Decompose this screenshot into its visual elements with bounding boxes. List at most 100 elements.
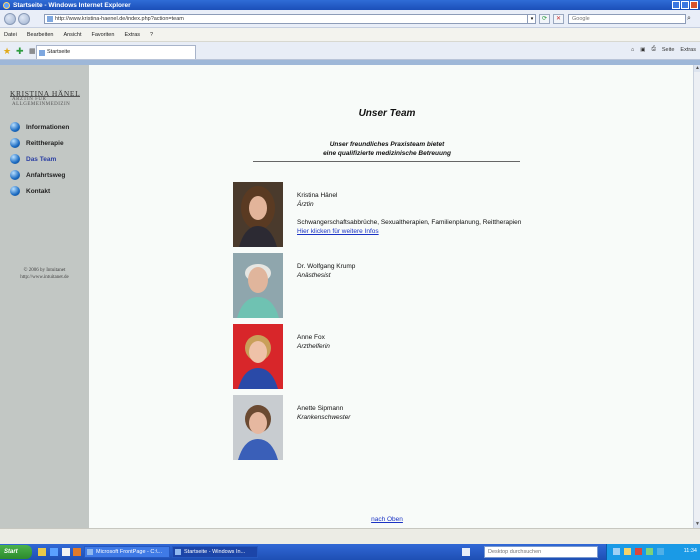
menu-datei[interactable]: Datei bbox=[4, 32, 17, 38]
page-menu[interactable]: Seite bbox=[662, 47, 675, 53]
nav-label: Reittherapie bbox=[26, 139, 64, 147]
intro-line-1: Unser freundliches Praxisteam bietet bbox=[329, 141, 445, 148]
menu-ansicht[interactable]: Ansicht bbox=[63, 32, 81, 38]
site-navigation: Informationen Reittherapie Das Team Anfa… bbox=[10, 119, 69, 199]
nav-label: Informationen bbox=[26, 123, 70, 131]
copyright-url[interactable]: http://www.intuitanet.de bbox=[0, 274, 89, 281]
task-label: Startseite - Windows In... bbox=[184, 549, 246, 555]
nav-bullet-icon bbox=[10, 154, 20, 164]
member-name: Anne Fox bbox=[297, 334, 325, 341]
page-icon bbox=[47, 16, 53, 22]
menu-extras[interactable]: Extras bbox=[124, 32, 140, 38]
site-sidebar: KRISTINA HÄNEL ÄRZTIN FÜR ALLGEMEINMEDIZ… bbox=[0, 65, 89, 528]
search-icon[interactable]: ⌕ bbox=[687, 14, 697, 24]
ie-task-icon bbox=[175, 549, 181, 555]
add-favorite-icon[interactable]: ✚ bbox=[16, 46, 24, 57]
scroll-down-icon[interactable]: ▼ bbox=[694, 521, 700, 528]
taskbar-item-frontpage[interactable]: Microsoft FrontPage - C:\... bbox=[84, 546, 170, 558]
nav-bullet-icon bbox=[10, 170, 20, 180]
quicklaunch-mail-icon[interactable] bbox=[62, 548, 70, 556]
team-member: Anette Sipmann Krankenschwester bbox=[233, 395, 593, 461]
forward-button[interactable] bbox=[18, 13, 30, 25]
minimize-button[interactable] bbox=[672, 1, 680, 9]
refresh-button[interactable]: ⟳ bbox=[539, 14, 550, 24]
member-role: Arzthelferin bbox=[297, 343, 330, 350]
nav-label: Anfahrtsweg bbox=[26, 171, 66, 179]
tools-menu[interactable]: Extras bbox=[680, 47, 696, 53]
command-bar: ⌂ ▣ ⎙ Seite Extras bbox=[631, 46, 696, 53]
quicklaunch-browser-icon[interactable] bbox=[50, 548, 58, 556]
tray-messenger-icon[interactable] bbox=[657, 548, 664, 555]
more-info-link[interactable]: Hier klicken für weitere Infos bbox=[297, 228, 379, 235]
address-toolbar: http://www.kristina-haenel.de/index.php?… bbox=[0, 10, 700, 28]
nav-item-informationen[interactable]: Informationen bbox=[10, 119, 69, 135]
feeds-icon[interactable]: ▣ bbox=[640, 47, 645, 53]
nav-label: Kontakt bbox=[26, 187, 51, 195]
member-name: Dr. Wolfgang Krump bbox=[297, 263, 356, 270]
site-logo-subtitle: ÄRZTIN FÜR ALLGEMEINMEDIZIN bbox=[12, 97, 71, 107]
close-button[interactable] bbox=[690, 1, 698, 9]
tray-volume-icon[interactable] bbox=[624, 548, 631, 555]
window-controls bbox=[672, 1, 698, 9]
quicklaunch-desktop-icon[interactable] bbox=[38, 548, 46, 556]
member-specialties: Schwangerschaftsabbrüche, Sexualtherapie… bbox=[297, 219, 522, 226]
tray-network-icon[interactable] bbox=[613, 548, 620, 555]
tab-startseite[interactable]: Startseite bbox=[36, 45, 196, 59]
menu-help[interactable]: ? bbox=[150, 32, 153, 38]
intro-line-2: eine qualifizierte medizinische Betreuun… bbox=[323, 150, 451, 157]
member-photo bbox=[233, 182, 283, 247]
print-icon[interactable]: ⎙ bbox=[651, 46, 655, 53]
member-photo bbox=[233, 324, 283, 389]
address-url: http://www.kristina-haenel.de/index.php?… bbox=[55, 16, 184, 22]
scroll-up-icon[interactable]: ▲ bbox=[694, 65, 700, 72]
team-member: Anne Fox Arzthelferin bbox=[233, 324, 593, 390]
member-photo bbox=[233, 253, 283, 318]
member-role: Krankenschwester bbox=[297, 414, 351, 421]
task-label: Microsoft FrontPage - C:\... bbox=[96, 549, 163, 555]
nav-item-kontakt[interactable]: Kontakt bbox=[10, 183, 69, 199]
taskbar-item-internet-explorer[interactable]: Startseite - Windows In... bbox=[172, 546, 258, 558]
tray-security-icon[interactable] bbox=[635, 548, 642, 555]
menu-favoriten[interactable]: Favoriten bbox=[92, 32, 115, 38]
main-content: Unser Team Unser freundliches Praxisteam… bbox=[89, 65, 693, 528]
favorites-star-icon[interactable]: ★ bbox=[3, 46, 11, 57]
desktop-search-input[interactable] bbox=[484, 546, 598, 558]
nav-bullet-icon bbox=[10, 138, 20, 148]
nav-item-das-team[interactable]: Das Team bbox=[10, 151, 69, 167]
member-role: Anästhesist bbox=[297, 272, 331, 279]
tab-label: Startseite bbox=[47, 49, 71, 55]
nav-item-anfahrtsweg[interactable]: Anfahrtsweg bbox=[10, 167, 69, 183]
home-icon[interactable]: ⌂ bbox=[631, 47, 634, 53]
page-scrollbar[interactable]: ▲ ▼ bbox=[693, 65, 700, 528]
address-dropdown-button[interactable]: ▾ bbox=[527, 14, 536, 24]
menu-bar: Datei Bearbeiten Ansicht Favoriten Extra… bbox=[0, 28, 700, 42]
nav-label: Das Team bbox=[26, 155, 57, 163]
nav-item-reittherapie[interactable]: Reittherapie bbox=[10, 135, 69, 151]
copyright-notice: © 2006 by Intuitanet http://www.intuitan… bbox=[0, 267, 89, 281]
member-photo bbox=[233, 395, 283, 460]
menu-bearbeiten[interactable]: Bearbeiten bbox=[27, 32, 54, 38]
address-bar[interactable]: http://www.kristina-haenel.de/index.php?… bbox=[44, 14, 536, 24]
quick-tabs-icon[interactable]: ▦ bbox=[29, 47, 36, 55]
back-button[interactable] bbox=[4, 13, 16, 25]
tab-page-icon bbox=[39, 50, 45, 56]
language-bar-icon[interactable] bbox=[462, 548, 470, 556]
back-to-top-link[interactable]: nach Oben bbox=[89, 516, 685, 523]
team-member: Dr. Wolfgang Krump Anästhesist bbox=[233, 253, 593, 319]
maximize-button[interactable] bbox=[681, 1, 689, 9]
frontpage-icon bbox=[87, 549, 93, 555]
nav-bullet-icon bbox=[10, 122, 20, 132]
intro-divider bbox=[253, 161, 520, 162]
status-bar bbox=[0, 528, 700, 544]
quicklaunch-media-icon[interactable] bbox=[73, 548, 81, 556]
taskbar-clock: 11:34 bbox=[683, 548, 697, 554]
search-input[interactable] bbox=[568, 14, 686, 24]
stop-button[interactable]: ✕ bbox=[553, 14, 564, 24]
member-role: Ärztin bbox=[297, 201, 314, 208]
ie-logo-icon bbox=[3, 1, 10, 9]
page-title: Unser Team bbox=[358, 108, 416, 119]
start-button[interactable]: Start bbox=[0, 545, 32, 559]
window-title-bar: Startseite - Windows Internet Explorer bbox=[0, 0, 700, 10]
taskbar: Start Microsoft FrontPage - C:\... Start… bbox=[0, 544, 700, 560]
tray-update-icon[interactable] bbox=[646, 548, 653, 555]
